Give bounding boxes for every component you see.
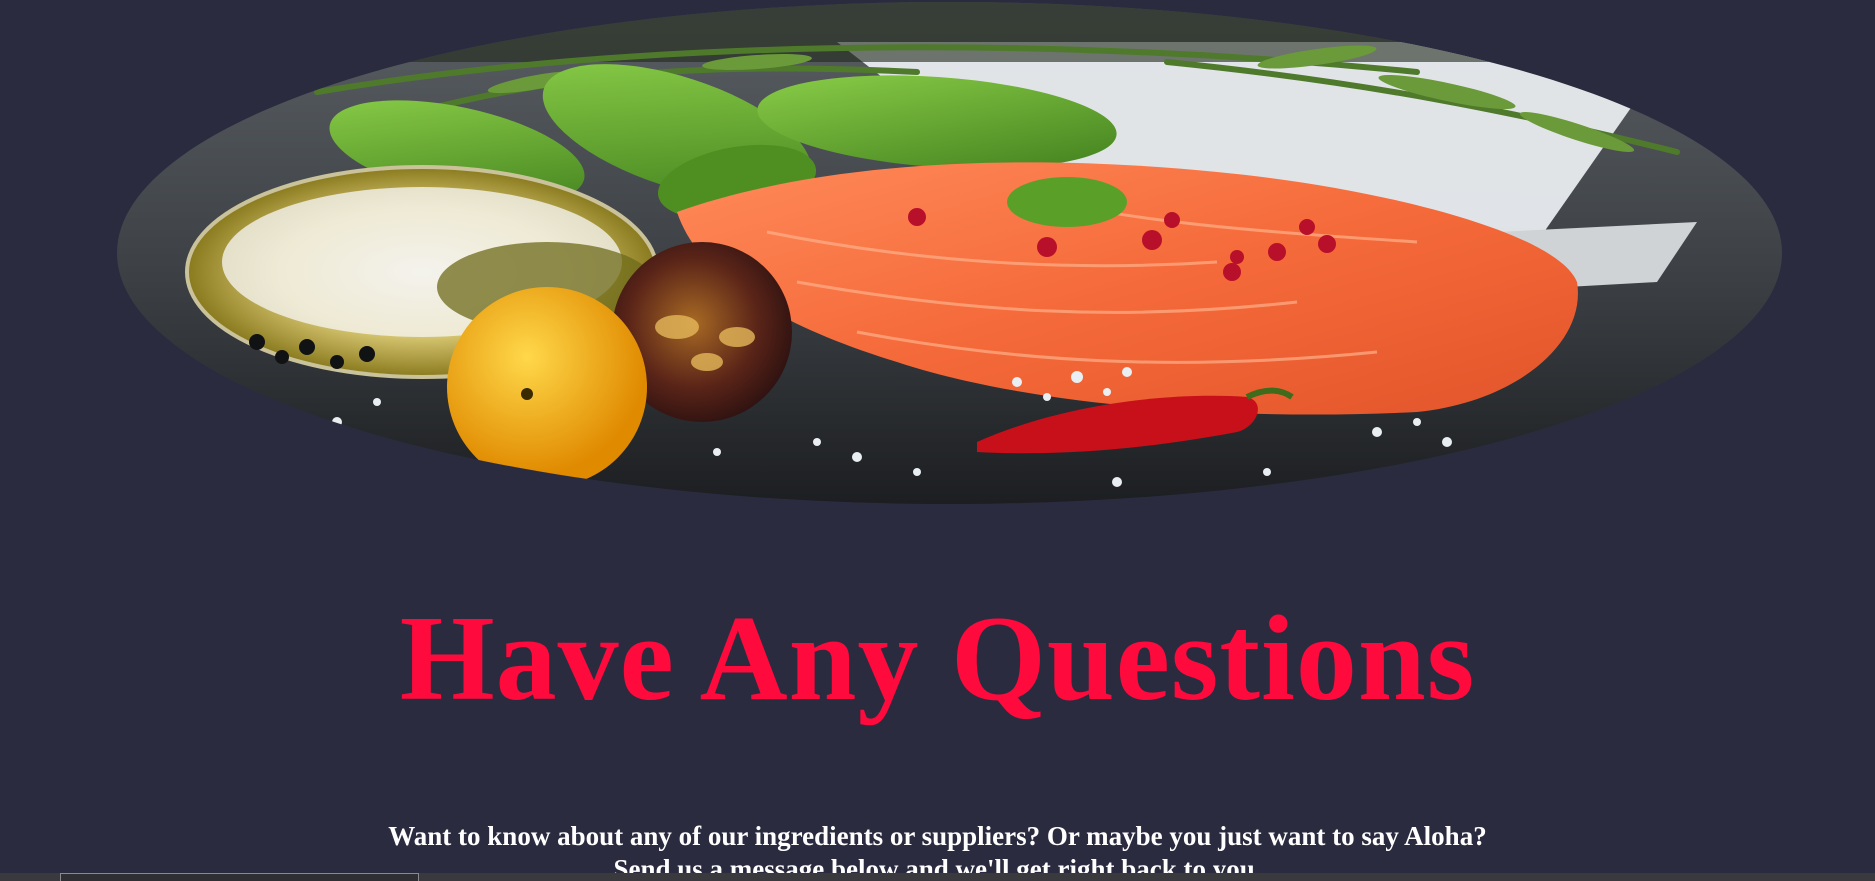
intro-line-1: Want to know about any of our ingredient… xyxy=(388,821,1487,851)
page-title: Have Any Questions xyxy=(399,591,1476,726)
hero-image xyxy=(117,2,1782,504)
contact-intro: Want to know about any of our ingredient… xyxy=(0,820,1875,881)
bottom-tab[interactable] xyxy=(60,873,419,881)
